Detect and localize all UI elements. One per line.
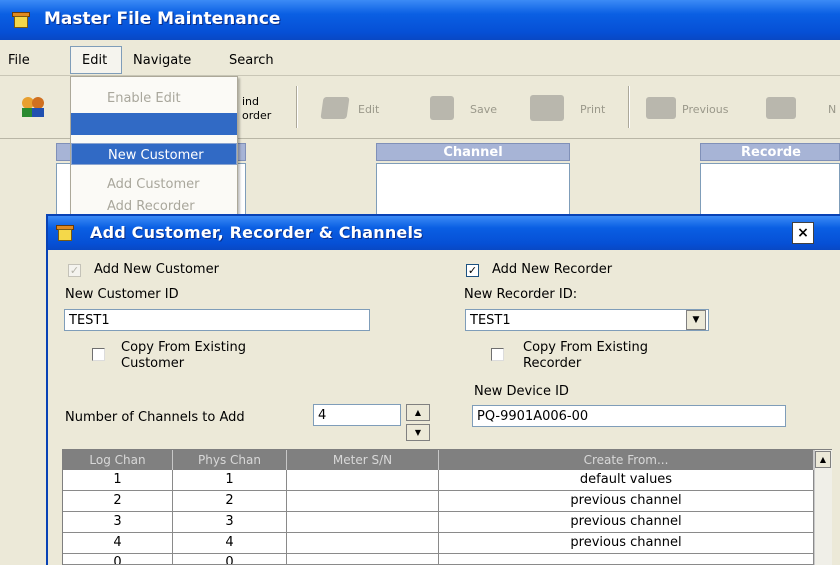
new-recorder-id-label: New Recorder ID:	[464, 287, 578, 302]
num-channels-input[interactable]: 4	[313, 404, 401, 426]
recorder-panel-header: Recorde	[700, 143, 840, 161]
dialog-title: Add Customer, Recorder & Channels	[90, 223, 423, 242]
column-header-log-chan[interactable]: Log Chan	[63, 450, 173, 470]
find-recorder-label-1: ind	[242, 95, 260, 108]
chevron-down-icon[interactable]: ▼	[686, 310, 706, 330]
table-cell[interactable]: previous channel	[439, 491, 814, 512]
copy-existing-customer-label-1: Copy From Existing	[121, 340, 246, 355]
table-cell[interactable]: 1	[173, 470, 287, 491]
menu-search[interactable]: Search	[229, 53, 274, 68]
copy-existing-customer-checkbox[interactable]	[92, 348, 105, 361]
table-cell[interactable]: 4	[63, 533, 173, 554]
save-toolbar-button[interactable]: Save	[470, 103, 497, 116]
table-cell[interactable]: 0	[63, 554, 173, 565]
edit-toolbar-button[interactable]: Edit	[358, 103, 379, 116]
menu-item-enable-edit[interactable]: Enable Edit	[71, 87, 237, 111]
table-cell[interactable]: 3	[63, 512, 173, 533]
next-toolbar-button[interactable]: N	[828, 103, 836, 116]
new-customer-id-input[interactable]: TEST1	[64, 309, 370, 331]
menu-bar	[0, 40, 840, 76]
menu-item-add-recorder[interactable]: Add Recorder	[71, 195, 237, 215]
copy-existing-customer-label-2: Customer	[121, 356, 185, 371]
table-cell[interactable]: 1	[63, 470, 173, 491]
table-cell[interactable]: 3	[173, 512, 287, 533]
dialog-titlebar: Add Customer, Recorder & Channels	[48, 216, 840, 250]
add-new-recorder-checkbox[interactable]: ✓	[466, 264, 479, 277]
previous-toolbar-button[interactable]: Previous	[682, 103, 729, 116]
arrow-up-icon[interactable]: ▲	[406, 404, 430, 421]
add-new-customer-label: Add New Customer	[94, 262, 219, 277]
menu-file[interactable]: File	[8, 53, 30, 68]
toolbar-separator	[296, 86, 298, 128]
table-cell[interactable]	[287, 554, 439, 565]
new-device-id-label: New Device ID	[474, 384, 569, 399]
edit-icon[interactable]	[320, 97, 350, 119]
users-icon[interactable]	[22, 97, 48, 119]
new-recorder-id-combo[interactable]: TEST1	[465, 309, 709, 331]
main-window-title: Master File Maintenance	[44, 9, 281, 29]
table-cell[interactable]: previous channel	[439, 533, 814, 554]
app-box-icon	[12, 11, 30, 29]
menu-item-add-customer[interactable]: Add Customer	[71, 173, 237, 197]
column-header-phys-chan[interactable]: Phys Chan	[173, 450, 287, 470]
main-window-titlebar: Master File Maintenance	[0, 0, 840, 40]
table-cell[interactable]: 0	[173, 554, 287, 565]
add-new-customer-checkbox[interactable]: ✓	[68, 264, 81, 277]
find-recorder-label-2: order	[242, 109, 272, 122]
table-cell[interactable]: default values	[439, 470, 814, 491]
print-toolbar-button[interactable]: Print	[580, 103, 605, 116]
new-customer-id-label: New Customer ID	[65, 287, 179, 302]
close-icon[interactable]: ×	[792, 222, 814, 244]
copy-existing-recorder-label-1: Copy From Existing	[523, 340, 648, 355]
num-channels-label: Number of Channels to Add	[65, 410, 245, 425]
channel-panel-header: Channel	[376, 143, 570, 161]
table-cell[interactable]	[287, 470, 439, 491]
copy-existing-recorder-checkbox[interactable]	[491, 348, 504, 361]
table-cell[interactable]	[439, 554, 814, 565]
menu-navigate[interactable]: Navigate	[133, 53, 191, 68]
column-header-meter-sn[interactable]: Meter S/N	[287, 450, 439, 470]
arrow-up-icon[interactable]: ▲	[815, 451, 831, 468]
menu-edit[interactable]: Edit	[82, 53, 107, 68]
previous-arrow-icon[interactable]	[646, 97, 676, 119]
save-icon[interactable]	[430, 96, 454, 120]
table-cell[interactable]: previous channel	[439, 512, 814, 533]
column-header-create-from[interactable]: Create From...	[439, 450, 814, 470]
edit-dropdown-menu: Enable Edit New Customer Add Customer Ad…	[70, 76, 238, 216]
arrow-down-icon[interactable]: ▼	[406, 424, 430, 441]
menu-item-highlighted[interactable]	[71, 113, 237, 135]
copy-existing-recorder-label-2: Recorder	[523, 356, 582, 371]
printer-icon[interactable]	[530, 95, 564, 121]
new-device-id-input[interactable]: PQ-9901A006-00	[472, 405, 786, 427]
menu-item-new-customer[interactable]: New Customer	[71, 143, 237, 165]
table-cell[interactable]: 2	[173, 491, 287, 512]
table-cell[interactable]: 4	[173, 533, 287, 554]
add-new-recorder-label: Add New Recorder	[492, 262, 613, 277]
app-box-icon	[56, 224, 74, 242]
next-arrow-icon[interactable]	[766, 97, 796, 119]
toolbar-separator	[628, 86, 630, 128]
table-cell[interactable]	[287, 491, 439, 512]
table-cell[interactable]	[287, 533, 439, 554]
table-cell[interactable]	[287, 512, 439, 533]
table-cell[interactable]: 2	[63, 491, 173, 512]
